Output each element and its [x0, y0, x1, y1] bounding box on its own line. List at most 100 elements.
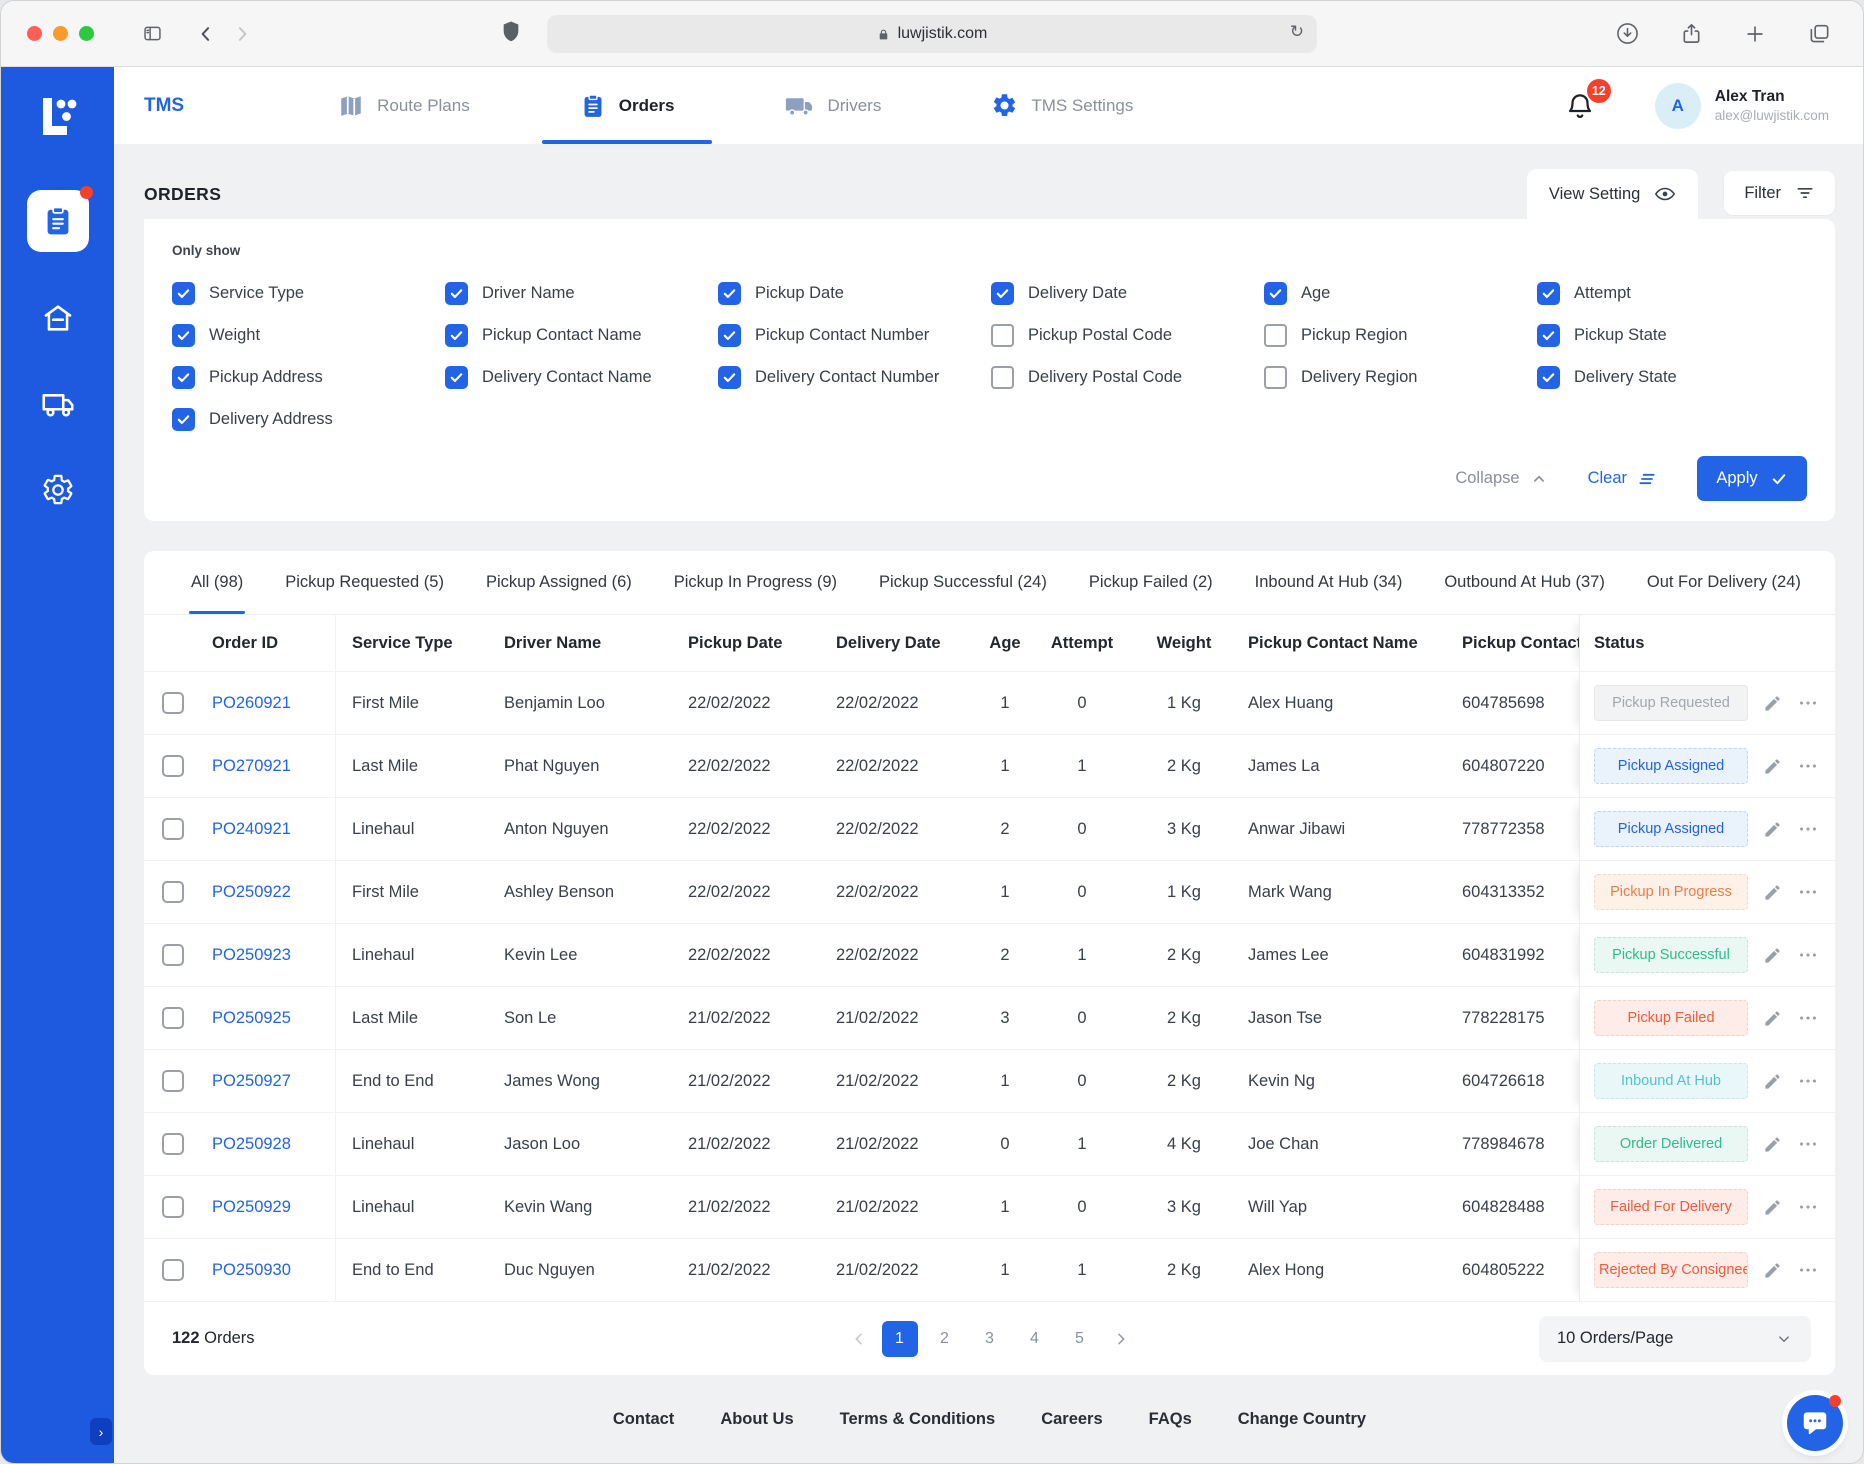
- url-bar[interactable]: luwjistik.com ↻: [547, 15, 1317, 53]
- per-page-select[interactable]: 10 Orders/Page: [1539, 1316, 1811, 1362]
- order-id-link[interactable]: PO250930: [212, 1261, 291, 1280]
- more-actions-icon[interactable]: [1797, 881, 1819, 903]
- sidebar-item-drivers[interactable]: [38, 384, 78, 424]
- page-button-2[interactable]: 2: [927, 1321, 963, 1357]
- more-actions-icon[interactable]: [1797, 692, 1819, 714]
- order-id-link[interactable]: PO270921: [212, 757, 291, 776]
- footer-link-change-country[interactable]: Change Country: [1238, 1410, 1366, 1429]
- checkbox-unchecked-icon[interactable]: [1264, 366, 1287, 389]
- filter-option-weight[interactable]: Weight: [172, 314, 445, 356]
- edit-icon[interactable]: [1763, 883, 1782, 902]
- more-actions-icon[interactable]: [1797, 1196, 1819, 1218]
- order-id-link[interactable]: PO250929: [212, 1198, 291, 1217]
- tab-pickup-in-progress-9[interactable]: Pickup In Progress (9): [653, 551, 858, 614]
- more-actions-icon[interactable]: [1797, 1133, 1819, 1155]
- footer-link-contact[interactable]: Contact: [613, 1410, 674, 1429]
- order-id-link[interactable]: PO250922: [212, 883, 291, 902]
- nav-item-drivers[interactable]: Drivers: [778, 67, 887, 144]
- clear-button[interactable]: Clear: [1588, 469, 1657, 489]
- more-actions-icon[interactable]: [1797, 1070, 1819, 1092]
- row-checkbox[interactable]: [162, 818, 184, 840]
- row-checkbox[interactable]: [162, 1259, 184, 1281]
- filter-option-pickup-address[interactable]: Pickup Address: [172, 356, 445, 398]
- nav-item-orders[interactable]: Orders: [574, 67, 681, 144]
- page-button-1[interactable]: 1: [882, 1321, 918, 1357]
- checkbox-checked-icon[interactable]: [718, 282, 741, 305]
- tab-pickup-assigned-6[interactable]: Pickup Assigned (6): [465, 551, 653, 614]
- sidebar-item-settings[interactable]: [38, 470, 78, 510]
- tab-pickup-requested-5[interactable]: Pickup Requested (5): [264, 551, 465, 614]
- view-setting-button[interactable]: View Setting: [1527, 169, 1698, 219]
- next-page-button[interactable]: [1107, 1321, 1135, 1357]
- filter-option-service-type[interactable]: Service Type: [172, 272, 445, 314]
- edit-icon[interactable]: [1763, 1072, 1782, 1091]
- nav-item-route-plans[interactable]: Route Plans: [332, 67, 476, 144]
- checkbox-checked-icon[interactable]: [445, 324, 468, 347]
- order-id-link[interactable]: PO250925: [212, 1009, 291, 1028]
- edit-icon[interactable]: [1763, 757, 1782, 776]
- notifications-button[interactable]: 12: [1565, 91, 1595, 121]
- tab-pickup-successful-24[interactable]: Pickup Successful (24): [858, 551, 1068, 614]
- minimize-window-button[interactable]: [53, 26, 68, 41]
- checkbox-checked-icon[interactable]: [172, 366, 195, 389]
- filter-option-driver-name[interactable]: Driver Name: [445, 272, 718, 314]
- checkbox-checked-icon[interactable]: [1537, 282, 1560, 305]
- downloads-button[interactable]: [1609, 18, 1645, 50]
- order-id-link[interactable]: PO240921: [212, 820, 291, 839]
- filter-option-pickup-state[interactable]: Pickup State: [1537, 314, 1807, 356]
- tab-outbound-at-hub-37[interactable]: Outbound At Hub (37): [1423, 551, 1626, 614]
- checkbox-checked-icon[interactable]: [172, 408, 195, 431]
- chat-widget-button[interactable]: [1787, 1395, 1843, 1451]
- order-id-link[interactable]: PO260921: [212, 694, 291, 713]
- filter-option-pickup-region[interactable]: Pickup Region: [1264, 314, 1537, 356]
- user-menu[interactable]: A Alex Tran alex@luwjistik.com: [1655, 83, 1829, 129]
- row-checkbox[interactable]: [162, 692, 184, 714]
- previous-page-button[interactable]: [845, 1321, 873, 1357]
- checkbox-unchecked-icon[interactable]: [991, 366, 1014, 389]
- checkbox-checked-icon[interactable]: [1537, 366, 1560, 389]
- row-checkbox[interactable]: [162, 755, 184, 777]
- page-button-3[interactable]: 3: [972, 1321, 1008, 1357]
- filter-option-delivery-address[interactable]: Delivery Address: [172, 398, 445, 440]
- filter-option-delivery-postal-code[interactable]: Delivery Postal Code: [991, 356, 1264, 398]
- checkbox-checked-icon[interactable]: [991, 282, 1014, 305]
- checkbox-checked-icon[interactable]: [445, 366, 468, 389]
- checkbox-checked-icon[interactable]: [1537, 324, 1560, 347]
- more-actions-icon[interactable]: [1797, 755, 1819, 777]
- zoom-window-button[interactable]: [79, 26, 94, 41]
- filter-option-pickup-contact-number[interactable]: Pickup Contact Number: [718, 314, 991, 356]
- tab-out-for-delivery-24[interactable]: Out For Delivery (24): [1626, 551, 1822, 614]
- new-tab-button[interactable]: [1737, 18, 1773, 50]
- tab-inbound-at-hub-34[interactable]: Inbound At Hub (34): [1234, 551, 1424, 614]
- filter-option-delivery-date[interactable]: Delivery Date: [991, 272, 1264, 314]
- page-button-5[interactable]: 5: [1062, 1321, 1098, 1357]
- checkbox-checked-icon[interactable]: [718, 324, 741, 347]
- row-checkbox[interactable]: [162, 1007, 184, 1029]
- footer-link-careers[interactable]: Careers: [1041, 1410, 1102, 1429]
- filter-option-pickup-postal-code[interactable]: Pickup Postal Code: [991, 314, 1264, 356]
- apply-button[interactable]: Apply: [1697, 456, 1807, 501]
- filter-option-delivery-contact-name[interactable]: Delivery Contact Name: [445, 356, 718, 398]
- close-window-button[interactable]: [27, 26, 42, 41]
- tab-pickup-failed-2[interactable]: Pickup Failed (2): [1068, 551, 1234, 614]
- forward-button[interactable]: [224, 18, 260, 50]
- nav-item-tms-settings[interactable]: TMS Settings: [985, 67, 1139, 144]
- checkbox-unchecked-icon[interactable]: [991, 324, 1014, 347]
- row-checkbox[interactable]: [162, 1070, 184, 1092]
- row-checkbox[interactable]: [162, 1133, 184, 1155]
- filter-option-pickup-contact-name[interactable]: Pickup Contact Name: [445, 314, 718, 356]
- order-id-link[interactable]: PO250927: [212, 1072, 291, 1091]
- filter-option-delivery-state[interactable]: Delivery State: [1537, 356, 1807, 398]
- more-actions-icon[interactable]: [1797, 1007, 1819, 1029]
- footer-link-faqs[interactable]: FAQs: [1149, 1410, 1192, 1429]
- filter-option-attempt[interactable]: Attempt: [1537, 272, 1807, 314]
- checkbox-checked-icon[interactable]: [1264, 282, 1287, 305]
- row-checkbox[interactable]: [162, 881, 184, 903]
- privacy-shield-icon[interactable]: [500, 19, 522, 50]
- filter-option-delivery-region[interactable]: Delivery Region: [1264, 356, 1537, 398]
- checkbox-checked-icon[interactable]: [445, 282, 468, 305]
- order-id-link[interactable]: PO250923: [212, 946, 291, 965]
- edit-icon[interactable]: [1763, 1261, 1782, 1280]
- edit-icon[interactable]: [1763, 694, 1782, 713]
- filter-button[interactable]: Filter: [1724, 171, 1835, 215]
